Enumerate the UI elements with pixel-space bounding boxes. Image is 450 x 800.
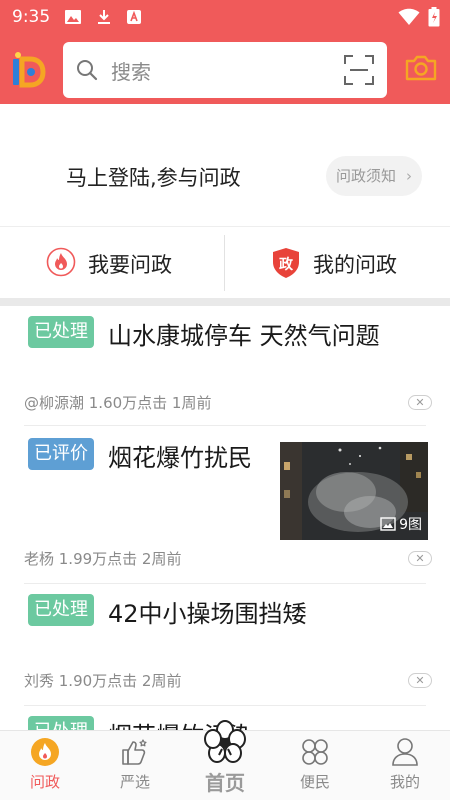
person-icon <box>390 737 420 771</box>
tab-label: 严选 <box>119 773 150 791</box>
section-separator <box>0 298 450 306</box>
feed-item-thumbnail[interactable]: 9图 <box>280 442 428 540</box>
close-icon[interactable]: ✕ <box>408 551 432 566</box>
image-count-label: 9图 <box>399 517 422 533</box>
tab-mine[interactable]: 我的 <box>360 731 450 800</box>
status-time: 9:35 <box>12 7 51 27</box>
download-icon <box>96 9 112 29</box>
submit-question-label: 我要问政 <box>88 253 172 277</box>
wifi-icon <box>398 8 420 30</box>
gallery-icon <box>64 9 82 29</box>
image-count: 9图 <box>380 514 422 534</box>
flame-circle-icon <box>46 247 76 281</box>
feed-item-title[interactable]: 42中小操场围挡矮 <box>108 594 307 629</box>
feed-item[interactable]: 已处理 42中小操场围挡矮 刘秀 1.90万点击 2周前 ✕ <box>0 584 450 706</box>
feed-item-title[interactable]: 山水康城停车 天然气问题 <box>108 316 380 351</box>
tab-label: 问政 <box>29 773 60 791</box>
my-questions-label: 我的问政 <box>313 253 397 277</box>
status-badge: 已评价 <box>28 438 94 470</box>
thumbs-up-icon <box>120 737 150 771</box>
submit-question-button[interactable]: 我要问政 <box>0 227 224 299</box>
app-notification-icon <box>126 9 142 29</box>
my-questions-button[interactable]: 政 我的问政 <box>225 227 450 299</box>
tab-label: 我的 <box>389 773 420 791</box>
grid-circles-icon <box>300 737 330 771</box>
tab-wenzheng[interactable]: 问政 <box>0 731 90 800</box>
search-input[interactable]: 搜索 <box>111 56 151 85</box>
tab-label: 首页 <box>205 771 245 795</box>
app-logo-icon[interactable] <box>10 50 48 88</box>
tab-home[interactable]: 首页 <box>180 720 270 800</box>
feed-item-title[interactable]: 烟花爆竹扰民 <box>108 438 252 473</box>
status-badge: 已处理 <box>28 594 94 626</box>
notice-button[interactable]: 问政须知 › <box>326 156 422 196</box>
search-icon <box>75 58 99 86</box>
scan-icon[interactable] <box>343 54 375 90</box>
feed-item-meta: 老杨 1.99万点击 2周前 <box>24 550 182 568</box>
camera-icon[interactable] <box>404 54 438 86</box>
chevron-right-icon: › <box>406 167 412 185</box>
close-icon[interactable]: ✕ <box>408 395 432 410</box>
notice-button-label: 问政须知 <box>336 167 397 185</box>
close-icon[interactable]: ✕ <box>408 673 432 688</box>
feed-item[interactable]: 已处理 山水康城停车 天然气问题 @柳源潮 1.60万点击 1周前 ✕ <box>0 306 450 426</box>
header: 9:35 搜索 <box>0 0 450 104</box>
login-text[interactable]: 马上登陆,参与问政 <box>66 162 241 192</box>
status-badge: 已处理 <box>28 316 94 348</box>
search-bar[interactable]: 搜索 <box>63 42 387 98</box>
blossom-icon <box>202 719 248 769</box>
image-icon <box>380 517 396 531</box>
flame-icon <box>30 737 60 771</box>
login-prompt[interactable]: 马上登陆,参与问政 问政须知 › <box>0 104 450 226</box>
tab-label: 便民 <box>299 773 330 791</box>
app-bar: 搜索 <box>0 34 450 104</box>
status-badge: 已处理 <box>28 716 94 730</box>
status-bar: 9:35 <box>0 0 450 34</box>
action-row: 我要问政 政 我的问政 <box>0 226 450 298</box>
svg-text:政: 政 <box>279 256 294 273</box>
tab-yanxuan[interactable]: 严选 <box>90 731 180 800</box>
shield-zheng-icon: 政 <box>271 247 301 283</box>
feed-item-meta: 刘秀 1.90万点击 2周前 <box>24 672 182 690</box>
bottom-tab-bar: 问政 严选 首页 便民 我的 <box>0 720 450 800</box>
battery-icon <box>428 7 440 31</box>
tab-bianmin[interactable]: 便民 <box>270 731 360 800</box>
feed-item-meta: @柳源潮 1.60万点击 1周前 <box>24 394 212 412</box>
